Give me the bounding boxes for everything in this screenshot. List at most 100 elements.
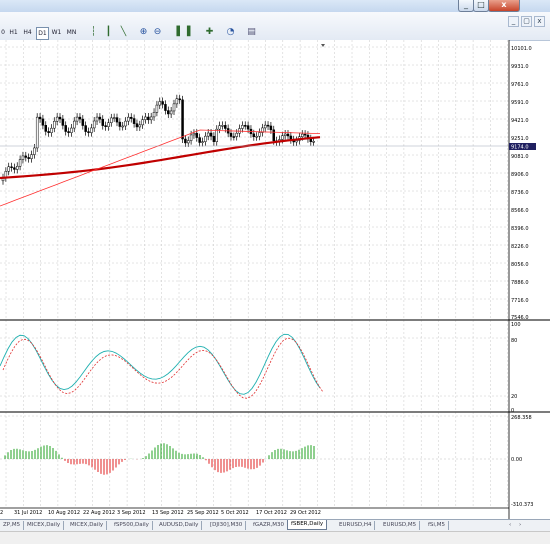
timeframe-partial[interactable]: 0 <box>0 27 6 38</box>
candle-body <box>269 125 273 131</box>
candle-body <box>98 116 102 120</box>
time-label: 10 Aug 2012 <box>48 510 80 516</box>
tab-fsp500-daily[interactable]: fSP500,Daily <box>111 521 153 530</box>
tab-eurusd-h4[interactable]: EURUSD,H4 <box>336 521 376 530</box>
candle-body <box>263 124 267 129</box>
candle-body <box>84 125 87 132</box>
time-label: 17 Oct 2012 <box>256 510 287 516</box>
candle-body <box>141 119 144 126</box>
candle-body <box>312 141 315 143</box>
candle-body <box>295 140 298 143</box>
price-label: 8056.0 <box>511 262 529 268</box>
candle-body <box>164 104 167 111</box>
time-label: 25 Sep 2012 <box>187 510 219 516</box>
timeframe-d1[interactable]: D1 <box>36 27 49 40</box>
autoscroll-icon[interactable]: ▌ <box>185 27 196 38</box>
window-restore-button[interactable]: □ <box>473 0 489 12</box>
candle-body <box>55 116 59 122</box>
histogram-level-label: 268.358 <box>511 415 532 421</box>
candlestick-icon[interactable]: ┃ <box>103 27 114 38</box>
price-label: 8906.0 <box>511 172 529 178</box>
candle-body <box>121 125 124 128</box>
candle-body <box>161 101 164 105</box>
tab-scroll-right-icon[interactable]: › <box>516 521 524 530</box>
tab-micex-daily-2[interactable]: MICEX,Daily <box>67 521 108 530</box>
candle-body <box>21 155 25 160</box>
zoom-in-icon[interactable]: ⊕ <box>138 27 149 38</box>
time-label: 5 Oct 2012 <box>221 510 249 516</box>
timeframe-mn[interactable]: MN <box>65 27 78 38</box>
candle-body <box>24 155 28 158</box>
price-label: 9761.0 <box>511 82 529 88</box>
candle-body <box>95 116 99 122</box>
timeframe-h4[interactable]: H4 <box>22 27 33 38</box>
candle-body <box>181 99 184 140</box>
candle-body <box>27 157 30 159</box>
price-label: 8226.0 <box>511 244 529 250</box>
mdi-minimize-button[interactable]: _ <box>508 16 519 27</box>
candle-body <box>115 117 119 123</box>
price-label: 7886.0 <box>511 280 529 286</box>
timeframe-w1[interactable]: W1 <box>51 27 62 38</box>
window-minimize-button[interactable]: _ <box>458 0 474 12</box>
candle-body <box>107 122 110 127</box>
candle-body <box>147 116 150 121</box>
histogram-level-label: -310.373 <box>511 502 533 508</box>
candle-body <box>246 125 250 130</box>
stochastic-level-label: 0 <box>511 408 514 414</box>
bar-chart-icon[interactable]: ┆ <box>88 27 99 38</box>
tab-dji30-m30[interactable]: [DJI30],M30 <box>207 521 247 530</box>
candle-body <box>118 121 122 127</box>
candle-body <box>172 103 176 112</box>
candle-body <box>258 132 261 137</box>
candle-body <box>303 133 307 136</box>
chart-toolbar <box>0 12 550 41</box>
chart-area[interactable]: 10101.0 9931.0 9761.0 9591.0 9421.0 9251… <box>0 40 550 520</box>
candle-body <box>64 125 67 132</box>
periods-icon[interactable]: ◔ <box>225 27 236 38</box>
tab-fsi-m5[interactable]: fSi,M5 <box>425 521 449 530</box>
candle-body <box>281 135 284 140</box>
stochastic-level-label: 100 <box>511 322 521 328</box>
candle-body <box>192 132 196 136</box>
tab-audusd-daily[interactable]: AUDUSD,Daily <box>156 521 203 530</box>
tile-icon[interactable]: ▐ <box>171 27 182 38</box>
candle-body <box>110 117 113 123</box>
indicators-icon[interactable]: ✚ <box>204 27 215 38</box>
tab-fsber-daily[interactable]: fSBER,Daily <box>287 520 328 530</box>
tab-micex-daily[interactable]: MICEX,Daily <box>24 521 65 530</box>
price-label: 9931.0 <box>511 64 529 70</box>
candle-body <box>138 124 142 128</box>
price-label: 9251.0 <box>511 136 529 142</box>
candle-body <box>81 118 85 126</box>
tab-zp-m5[interactable]: ZP,M5 <box>0 521 25 530</box>
mdi-restore-button[interactable]: ▢ <box>521 16 532 27</box>
time-label: 22 Aug 2012 <box>83 510 115 516</box>
tab-scroll-left-icon[interactable]: ‹ <box>506 521 514 530</box>
window-titlebar: _ □ x <box>0 0 550 12</box>
candle-body <box>53 120 56 129</box>
time-label: 31 Jul 2012 <box>14 510 42 516</box>
candle-body <box>266 124 270 127</box>
price-chart[interactable]: 10101.0 9931.0 9761.0 9591.0 9421.0 9251… <box>0 40 550 520</box>
candle-body <box>209 132 213 137</box>
tab-fgazr-m30[interactable]: fGAZR,M30 <box>250 521 289 530</box>
candle-body <box>149 116 153 121</box>
time-label: 13 Sep 2012 <box>152 510 184 516</box>
candle-body <box>195 132 199 138</box>
candle-body <box>33 147 36 155</box>
window-close-button[interactable]: x <box>488 0 520 12</box>
line-chart-icon[interactable]: ╲ <box>118 27 129 38</box>
candle-body <box>16 165 19 170</box>
mdi-close-button[interactable]: x <box>534 16 545 27</box>
candle-body <box>67 131 70 133</box>
candle-body <box>184 138 187 144</box>
templates-icon[interactable]: ▤ <box>246 27 257 38</box>
candle-body <box>224 125 227 129</box>
timeframe-h1[interactable]: H1 <box>8 27 19 38</box>
zoom-out-icon[interactable]: ⊖ <box>152 27 163 38</box>
candle-body <box>41 118 45 126</box>
tab-eurusd-m5[interactable]: EURUSD,M5 <box>380 521 421 530</box>
candle-body <box>232 136 236 138</box>
candle-body <box>229 132 233 137</box>
